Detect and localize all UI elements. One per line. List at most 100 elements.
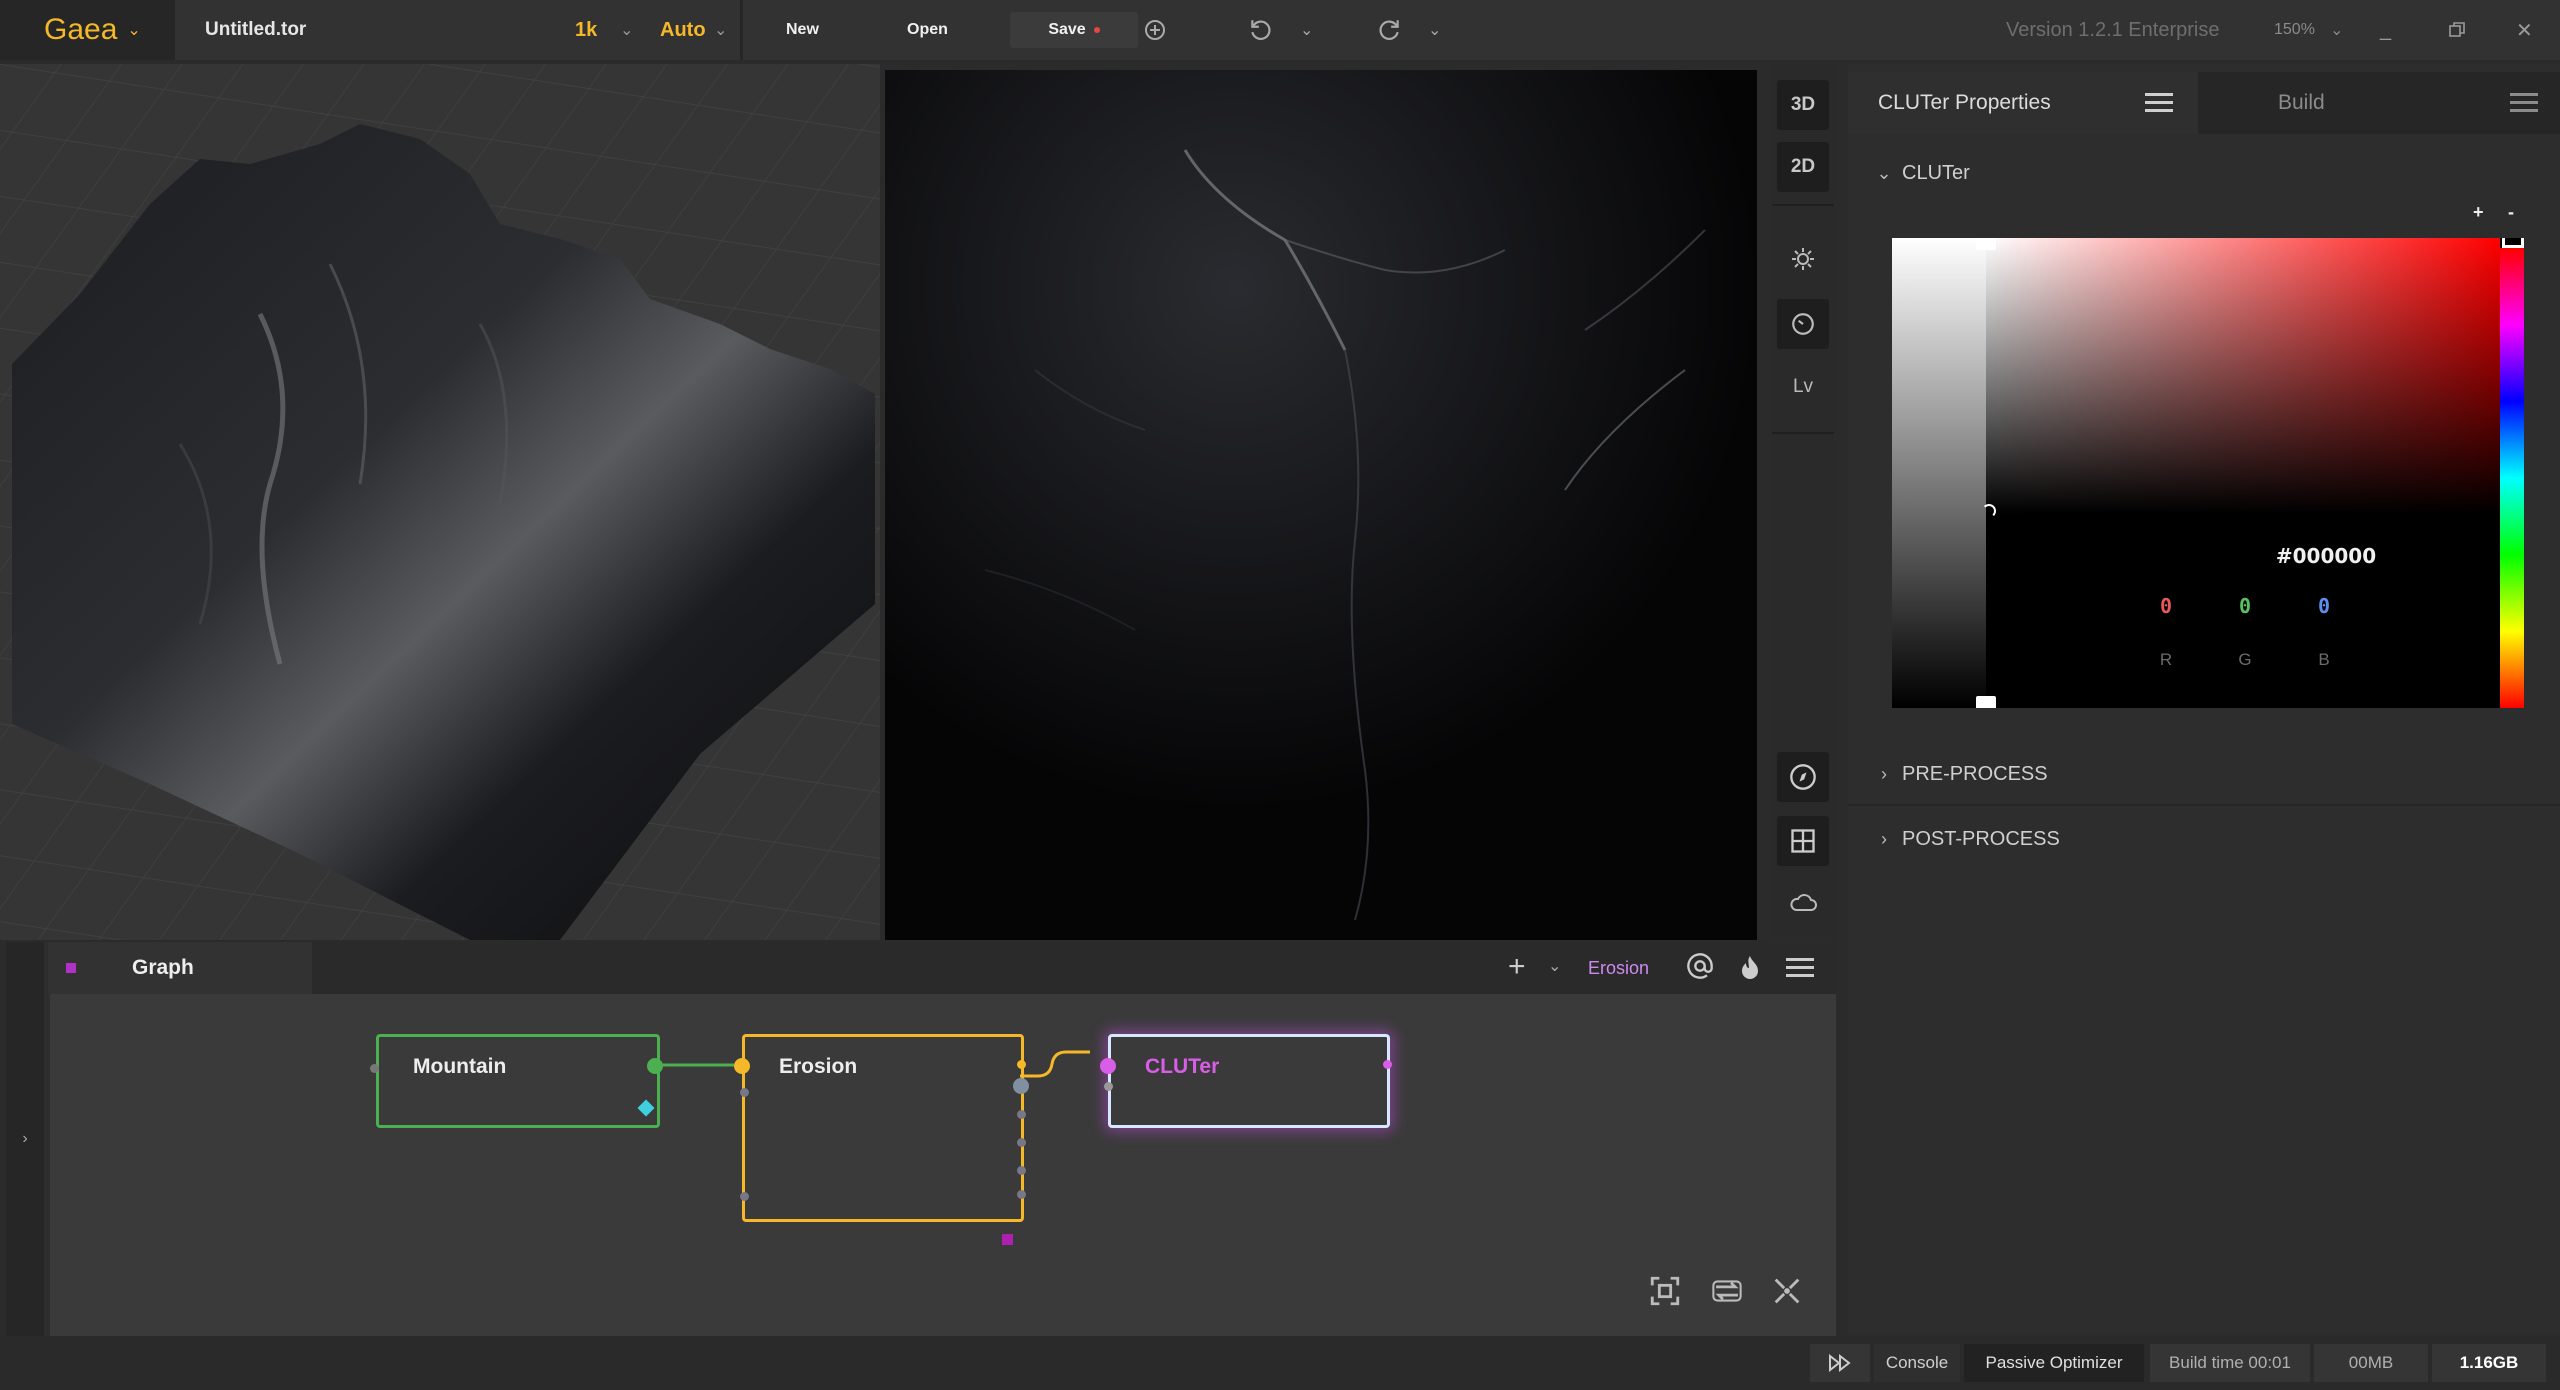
section-post-process[interactable]: › POST-PROCESS: [1848, 808, 2560, 870]
tab-label: Build: [2278, 91, 2325, 114]
output-port[interactable]: [1017, 1138, 1026, 1147]
file-name[interactable]: Untitled.tor: [205, 0, 306, 60]
levels-button[interactable]: Lv: [1777, 362, 1829, 412]
input-port[interactable]: [734, 1058, 750, 1074]
output-port[interactable]: [1017, 1190, 1026, 1199]
tab-graph[interactable]: Graph: [48, 942, 312, 994]
node-label: CLUTer: [1145, 1055, 1220, 1078]
green-value[interactable]: 0: [2225, 594, 2265, 618]
output-port[interactable]: [1383, 1060, 1392, 1069]
stop-handle-top[interactable]: [1976, 238, 1996, 250]
frame-all-icon[interactable]: [1648, 1274, 1682, 1313]
section-title: PRE-PROCESS: [1902, 762, 2048, 785]
input-port[interactable]: [740, 1088, 749, 1097]
status-bar: Console Passive Optimizer Build time 00:…: [0, 1336, 2560, 1390]
blue-value[interactable]: 0: [2304, 594, 2344, 618]
restore-icon[interactable]: [2448, 0, 2466, 60]
close-icon[interactable]: ✕: [2516, 0, 2533, 60]
remove-stop-button[interactable]: -: [2508, 202, 2514, 223]
input-port[interactable]: [370, 1064, 379, 1073]
section-pre-process[interactable]: › PRE-PROCESS: [1848, 744, 2560, 806]
chevron-down-icon: ⌄: [1876, 162, 1892, 183]
hue-handle[interactable]: [2502, 238, 2524, 248]
build-mode-select[interactable]: Auto: [660, 0, 706, 60]
graph-color-swatch: [66, 963, 76, 973]
section-cluter[interactable]: ⌄ CLUTer: [1848, 142, 2560, 204]
chevron-down-icon[interactable]: ⌄: [620, 0, 633, 60]
chevron-down-icon[interactable]: ⌄: [714, 0, 727, 60]
chevron-down-icon[interactable]: ⌄: [1548, 956, 1561, 976]
chevron-down-icon[interactable]: ⌄: [2330, 0, 2343, 60]
expand-panel-button[interactable]: ›: [6, 942, 44, 1336]
viewport-2d[interactable]: [885, 70, 1757, 940]
node-flag-icon: [1002, 1234, 1013, 1245]
divider: [1772, 204, 1834, 206]
input-port[interactable]: [1100, 1058, 1116, 1074]
grid-icon[interactable]: [1777, 816, 1829, 866]
chevron-down-icon[interactable]: ⌄: [1428, 0, 1441, 60]
divider: [1772, 432, 1834, 434]
flame-icon[interactable]: [1738, 954, 1762, 987]
red-value[interactable]: 0: [2146, 594, 2186, 618]
chevron-right-icon: ›: [22, 1130, 28, 1147]
terrain-3d-render: [0, 64, 880, 940]
output-port[interactable]: [1017, 1110, 1026, 1119]
hue-slider[interactable]: [2500, 248, 2524, 708]
output-port[interactable]: [1013, 1078, 1029, 1094]
at-icon[interactable]: [1686, 952, 1714, 985]
tab-cluter-properties[interactable]: CLUTer Properties: [1848, 72, 2198, 134]
output-port[interactable]: [1017, 1166, 1026, 1175]
build-time-label: Build time 00:01: [2150, 1344, 2310, 1382]
node-mountain[interactable]: Mountain: [376, 1034, 660, 1128]
resolution-select[interactable]: 1k: [575, 0, 597, 60]
output-port[interactable]: [647, 1058, 663, 1074]
terrain-2d-render: [885, 70, 1757, 940]
input-port[interactable]: [740, 1192, 749, 1201]
minimize-icon[interactable]: _: [2380, 0, 2391, 60]
node-cluter[interactable]: CLUTer: [1108, 1034, 1390, 1128]
save-button[interactable]: Save: [1010, 12, 1138, 48]
fast-forward-icon[interactable]: [1810, 1344, 1870, 1382]
compass-icon[interactable]: [1777, 752, 1829, 802]
node-erosion[interactable]: Erosion: [742, 1034, 1024, 1222]
active-node-label[interactable]: Erosion: [1588, 958, 1649, 979]
chevron-down-icon[interactable]: ⌄: [1300, 0, 1313, 60]
tab-build[interactable]: Build: [2198, 72, 2560, 134]
zoom-select[interactable]: 150%: [2274, 0, 2315, 60]
add-icon[interactable]: [1143, 0, 1167, 60]
open-button[interactable]: Open: [907, 0, 948, 60]
input-port[interactable]: [1104, 1082, 1113, 1091]
passive-optimizer-button[interactable]: Passive Optimizer: [1964, 1344, 2144, 1382]
section-title: CLUTer: [1902, 161, 1970, 184]
gauge-icon[interactable]: [1777, 299, 1829, 349]
stop-handle-bottom[interactable]: [1976, 696, 1996, 708]
color-picker[interactable]: #000000 0 0 0 R G B: [1892, 238, 2524, 708]
menu-icon[interactable]: [1786, 958, 1814, 978]
gradient-stop-slider[interactable]: [1892, 238, 1986, 708]
app-menu[interactable]: Gaea ⌄: [0, 0, 175, 60]
memory-cache-label: 00MB: [2314, 1344, 2428, 1382]
graph-tab-bar: Graph + ⌄ Erosion: [48, 942, 1836, 994]
layout-icon[interactable]: [1770, 1274, 1804, 1313]
menu-icon[interactable]: [2145, 93, 2173, 113]
saturation-value-area[interactable]: [1986, 238, 2500, 514]
undo-icon[interactable]: [1248, 0, 1274, 60]
refresh-icon[interactable]: [1710, 1276, 1744, 1311]
graph-panel: › Graph + ⌄ Erosion Mountain Erosion CLU…: [6, 942, 1836, 1336]
add-node-icon[interactable]: +: [1508, 952, 1526, 982]
cloud-icon[interactable]: [1777, 878, 1829, 928]
menu-icon[interactable]: [2510, 93, 2538, 113]
view-3d-button[interactable]: 3D: [1777, 80, 1829, 130]
new-button[interactable]: New: [786, 0, 819, 60]
node-graph-canvas[interactable]: Mountain Erosion CLUTer: [50, 994, 1836, 1336]
console-button[interactable]: Console: [1874, 1344, 1960, 1382]
add-stop-button[interactable]: +: [2473, 202, 2484, 223]
view-2d-button[interactable]: 2D: [1777, 142, 1829, 192]
hex-value[interactable]: #000000: [2126, 544, 2524, 568]
tab-label: Graph: [132, 956, 194, 979]
output-port[interactable]: [1017, 1060, 1026, 1069]
viewport-3d[interactable]: [0, 64, 880, 940]
redo-icon[interactable]: [1376, 0, 1402, 60]
color-cursor[interactable]: [1982, 504, 1996, 518]
sun-icon[interactable]: [1777, 234, 1829, 284]
